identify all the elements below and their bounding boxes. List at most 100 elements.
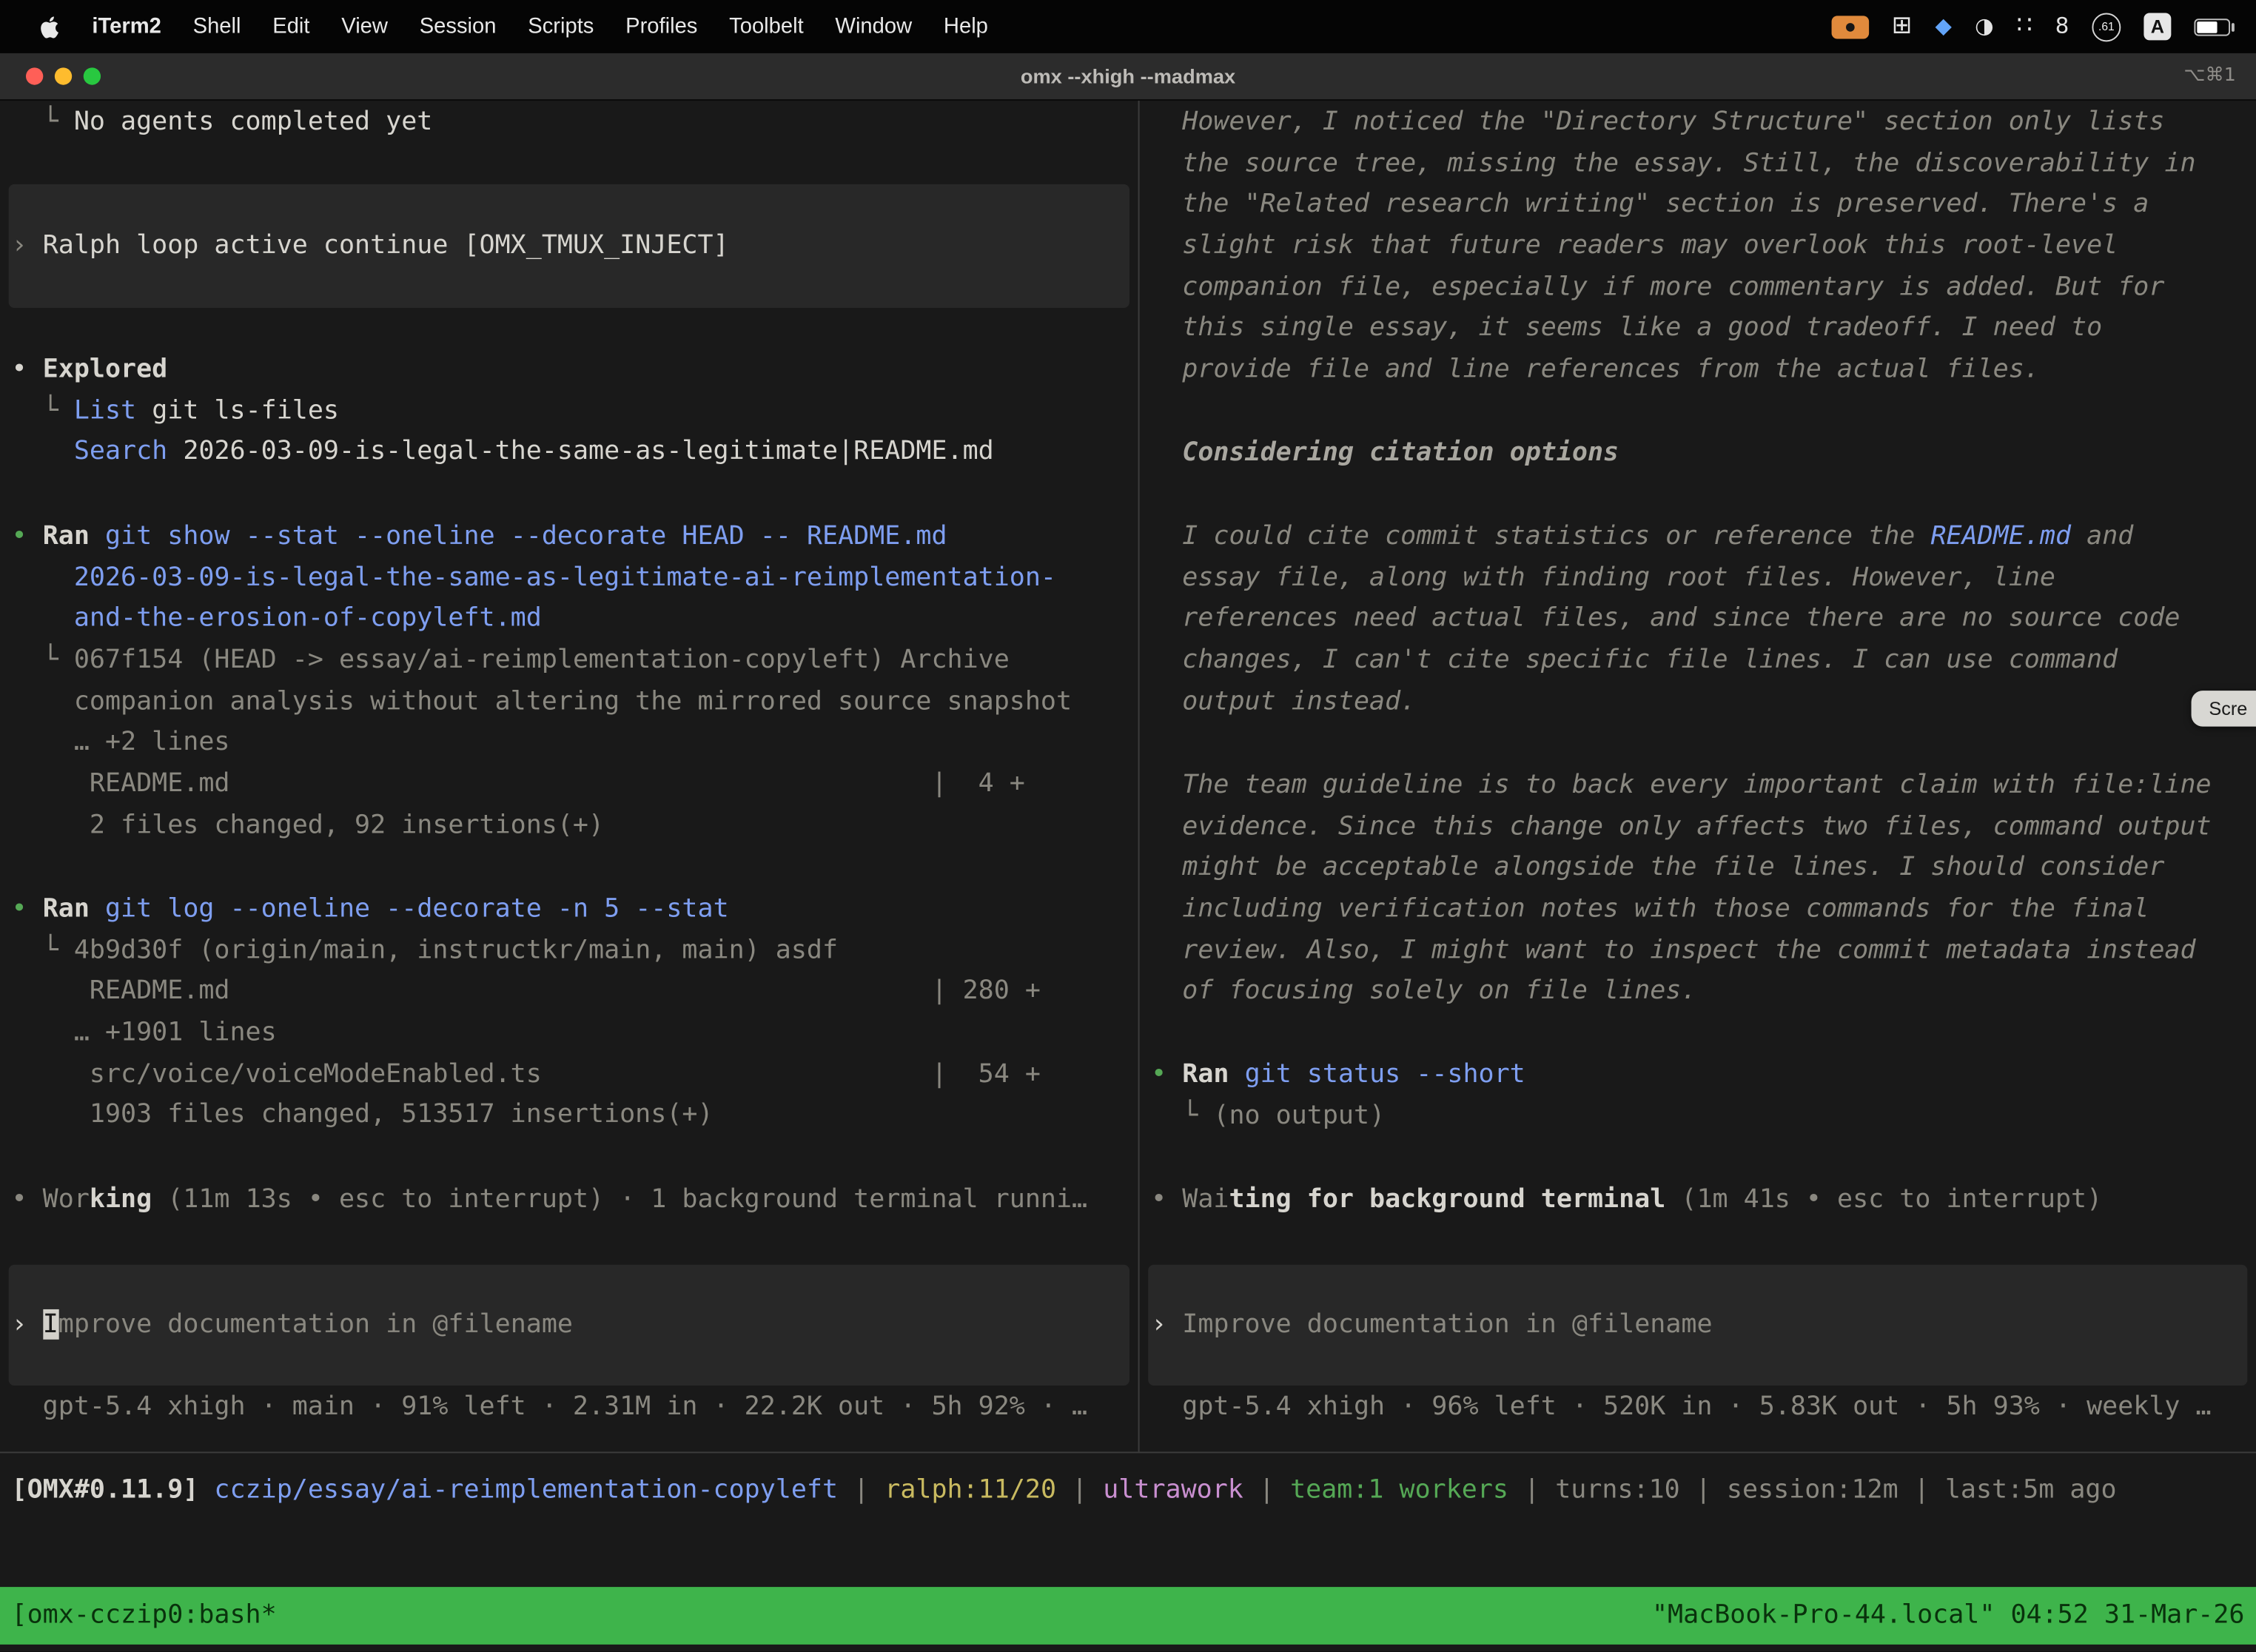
terminal-line: the "Related research writing" section i… (1151, 185, 2256, 226)
terminal-line: provide file and line references from th… (1151, 350, 2256, 392)
menu-window[interactable]: Window (819, 14, 927, 38)
thinking-paragraph-3: The team guideline is to back every impo… (1140, 765, 2256, 1013)
dots-app-icon[interactable]: ∷ (2017, 14, 2032, 38)
menu-scripts[interactable]: Scripts (512, 14, 610, 38)
prompt-input[interactable]: › Improve documentation in @filename (9, 1265, 1129, 1386)
terminal-line: companion file, especially if more comme… (1151, 267, 2256, 309)
text-run: king (90, 1184, 152, 1215)
text-run: Ralph loop active continue [OMX_TMUX_INJ… (43, 229, 729, 260)
text-run: └ (12, 107, 74, 137)
thinking-paragraph-1: However, I noticed the "Directory Struct… (1140, 102, 2256, 391)
battery-icon[interactable] (2194, 18, 2230, 35)
text-run: 1903 files changed, 513517 insertions(+) (12, 1100, 714, 1130)
terminal-line: └ (no output) (1151, 1096, 2256, 1138)
tmux-host-time: "MacBook-Pro-44.local" 04:52 31-Mar-26 (1652, 1595, 2256, 1636)
percent-badge-icon[interactable]: .61 (2092, 13, 2121, 41)
working-status-line: • Working (11m 13s • esc to interrupt) ·… (0, 1180, 1138, 1221)
text-run (12, 562, 74, 592)
terminal-line: slight risk that future readers may over… (1151, 226, 2256, 267)
text-run: However, I noticed the "Directory Struct… (1151, 107, 2164, 137)
text-run: └ (12, 395, 74, 426)
terminal-line: 1903 files changed, 513517 insertions(+) (12, 1095, 1138, 1137)
model-statusline-right: gpt-5.4 xhigh · 96% left · 520K in · 5.8… (1140, 1387, 2256, 1428)
terminal-line: • Waiting for background terminal (1m 41… (1151, 1180, 2256, 1221)
text-run: › (1151, 1309, 1182, 1339)
menu-profiles[interactable]: Profiles (610, 14, 714, 38)
banner-line-container: › Ralph loop active continue [OMX_TMUX_I… (12, 226, 1129, 267)
menu-view[interactable]: View (326, 14, 403, 38)
menu-toolbelt[interactable]: Toolbelt (714, 14, 819, 38)
terminal-line: • Ran git log --oneline --decorate -n 5 … (12, 889, 1138, 930)
terminal-line: README.md | 280 + (12, 972, 1138, 1013)
menu-edit[interactable]: Edit (257, 14, 326, 38)
left-pane: └ No agents completed yet › Ralph loop a… (0, 101, 1138, 1451)
prompt-input-right[interactable]: › Improve documentation in @filename (1148, 1265, 2247, 1386)
terminal-line: README.md | 4 + (12, 764, 1138, 805)
text-run: changes, I can't cite specific file line… (1151, 645, 2118, 675)
menu-shell[interactable]: Shell (177, 14, 257, 38)
text-run: └ (12, 645, 74, 675)
text-run: 4b9d30f (origin/main, instructkr/main, m… (74, 935, 838, 965)
right-pane: However, I noticed the "Directory Struct… (1140, 101, 2256, 1451)
grid-app-icon[interactable]: ⊞ (1892, 14, 1913, 38)
text-run: Explored (43, 354, 168, 384)
window-title: omx --xhigh --madmax (0, 53, 2256, 99)
terminal-line: • Explored (12, 349, 1138, 391)
text-run: output instead. (1151, 686, 1416, 716)
text-run: • (12, 893, 43, 924)
input-source-icon[interactable]: A (2143, 13, 2171, 40)
screen: iTerm2 Shell Edit View Session Scripts P… (0, 0, 2256, 1652)
text-run: • (12, 354, 43, 384)
terminal-line: companion analysis without altering the … (12, 682, 1138, 723)
text-run: team:1 workers (1290, 1474, 1508, 1505)
menu-session[interactable]: Session (403, 14, 512, 38)
terminal-line: 2026-03-09-is-legal-the-same-as-legitima… (12, 558, 1138, 600)
terminal-line: … +1901 lines (12, 1013, 1138, 1055)
terminal-line: of focusing solely on file lines. (1151, 972, 2256, 1013)
text-run: The team guideline is to back every impo… (1151, 770, 2212, 800)
text-run: README.md | 280 + (12, 976, 1041, 1007)
terminal-line: … +2 lines (12, 723, 1138, 765)
explored-block: • Explored └ List git ls-files Search 20… (0, 349, 1138, 473)
terminal-line: [OMX#0.11.9] cczip/essay/ai-reimplementa… (12, 1471, 2256, 1512)
menu-help[interactable]: Help (928, 14, 1004, 38)
text-run: ultrawork (1103, 1474, 1243, 1505)
terminal-line: • Ran git status --short (1151, 1055, 2256, 1096)
text-run: └ (1151, 1100, 1213, 1130)
terminal-content[interactable]: └ No agents completed yet › Ralph loop a… (0, 101, 2256, 1652)
text-run: 2026-03-09-is-legal-the-same-as-legitima… (74, 562, 1056, 592)
text-run: | (838, 1474, 884, 1505)
text-run: cczip/essay/ai-reimplementation-copyleft (214, 1474, 838, 1505)
diamond-app-icon[interactable]: ◆ (1936, 16, 1952, 37)
text-run (12, 437, 74, 467)
terminal-line: might be acceptable alongside the file l… (1151, 848, 2256, 890)
battery-level-fill (2197, 21, 2218, 33)
terminal-line: Search 2026-03-09-is-legal-the-same-as-l… (12, 432, 1138, 474)
thinking-paragraph-2: I could cite commit statistics or refere… (1140, 517, 2256, 723)
text-run: git log --oneline --decorate -n 5 --stat (105, 893, 729, 924)
screen-notification-toast[interactable]: Scre (2192, 691, 2256, 727)
recording-dot-icon (1846, 22, 1855, 31)
apple-logo-icon (38, 13, 60, 39)
text-run: git ls-files (136, 395, 339, 426)
menu-app-name[interactable]: iTerm2 (76, 14, 177, 38)
menu-bar-status-items: ⊞ ◆ ◑ ∷ 8 .61 A (1831, 13, 2256, 41)
text-run: Ran (43, 893, 90, 924)
terminal-line: the source tree, missing the essay. Stil… (1151, 144, 2256, 185)
window-titlebar[interactable]: omx --xhigh --madmax ⌥⌘1 (0, 53, 2256, 101)
terminal-line: Considering citation options (1151, 433, 2256, 474)
apple-menu-icon[interactable] (23, 13, 76, 39)
text-run: | (1243, 1474, 1290, 1505)
text-run: 2 files changed, 92 insertions(+) (12, 810, 605, 840)
swirl-app-icon[interactable]: ◑ (1975, 16, 1993, 37)
text-run: ralph:11/20 (884, 1474, 1056, 1505)
text-run: the source tree, missing the essay. Stil… (1151, 148, 2195, 178)
text-run: Ran (1182, 1059, 1229, 1089)
terminal-line: › Improve documentation in @filename (1151, 1304, 2247, 1346)
text-run: of focusing solely on file lines. (1151, 976, 1696, 1007)
text-run: gpt-5.4 xhigh · main · 91% left · 2.31M … (12, 1391, 1088, 1422)
password-manager-icon[interactable]: 8 (2055, 16, 2069, 37)
screen-recording-indicator-icon[interactable] (1831, 15, 1869, 38)
text-run: slight risk that future readers may over… (1151, 230, 2118, 261)
text-run: evidence. Since this change only affects… (1151, 811, 2212, 842)
